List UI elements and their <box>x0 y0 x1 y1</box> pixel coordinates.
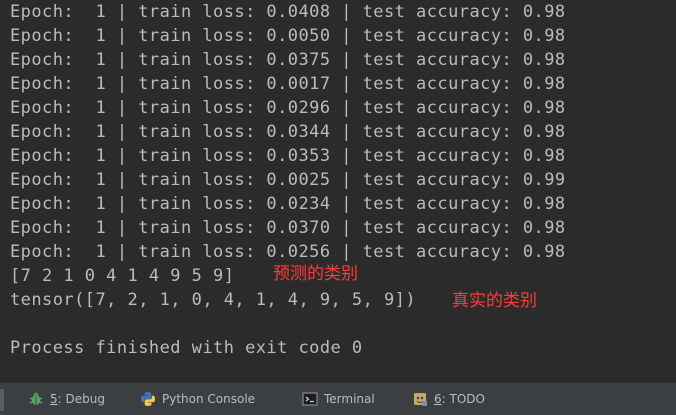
run-console-output[interactable]: Epoch: 1 | train loss: 0.0408 | test acc… <box>0 0 676 382</box>
terminal-icon <box>302 391 318 407</box>
console-line-truth: tensor([7, 2, 1, 0, 4, 1, 4, 9, 5, 9]) <box>10 290 417 310</box>
bug-icon <box>28 391 44 407</box>
console-line-epoch: Epoch: 1 | train loss: 0.0344 | test acc… <box>10 122 566 142</box>
python-console-tool-button[interactable]: Python Console <box>140 383 255 415</box>
todo-tool-button[interactable]: 6: TODO <box>412 383 485 415</box>
console-line-epoch: Epoch: 1 | train loss: 0.0375 | test acc… <box>10 50 566 70</box>
python-console-label: Python Console <box>162 392 256 406</box>
console-line-epoch: Epoch: 1 | train loss: 0.0296 | test acc… <box>10 98 566 118</box>
terminal-tool-button[interactable]: Terminal <box>302 383 375 415</box>
todo-shortcut-number: 6 <box>434 392 442 406</box>
console-line-epoch: Epoch: 1 | train loss: 0.0353 | test acc… <box>10 146 566 166</box>
console-line-epoch: Epoch: 1 | train loss: 0.0025 | test acc… <box>10 170 566 190</box>
debug-shortcut-number: 5 <box>50 392 58 406</box>
console-line-prediction: [7 2 1 0 4 1 4 9 5 9] <box>10 266 235 286</box>
python-icon <box>140 391 156 407</box>
console-line-epoch: Epoch: 1 | train loss: 0.0408 | test acc… <box>10 2 566 22</box>
console-line-exit: Process finished with exit code 0 <box>10 338 363 358</box>
debug-label: : Debug <box>57 392 105 406</box>
console-line-epoch: Epoch: 1 | train loss: 0.0256 | test acc… <box>10 242 566 262</box>
console-line-epoch: Epoch: 1 | train loss: 0.0234 | test acc… <box>10 194 566 214</box>
truth-annotation: 真实的类别 <box>452 291 537 311</box>
console-line-epoch: Epoch: 1 | train loss: 0.0050 | test acc… <box>10 26 566 46</box>
console-line-epoch: Epoch: 1 | train loss: 0.0370 | test acc… <box>10 218 566 238</box>
debug-tool-button[interactable]: 5: Debug <box>28 383 105 415</box>
terminal-label: Terminal <box>324 392 375 406</box>
console-line-epoch: Epoch: 1 | train loss: 0.0017 | test acc… <box>10 74 566 94</box>
todo-label: : TODO <box>441 392 485 406</box>
todo-icon <box>412 391 428 407</box>
prediction-annotation: 预测的类别 <box>273 264 358 284</box>
tool-window-bar: 5: Debug Python Console Terminal 6: TOD… <box>0 382 676 415</box>
tool-window-edge <box>0 389 4 411</box>
